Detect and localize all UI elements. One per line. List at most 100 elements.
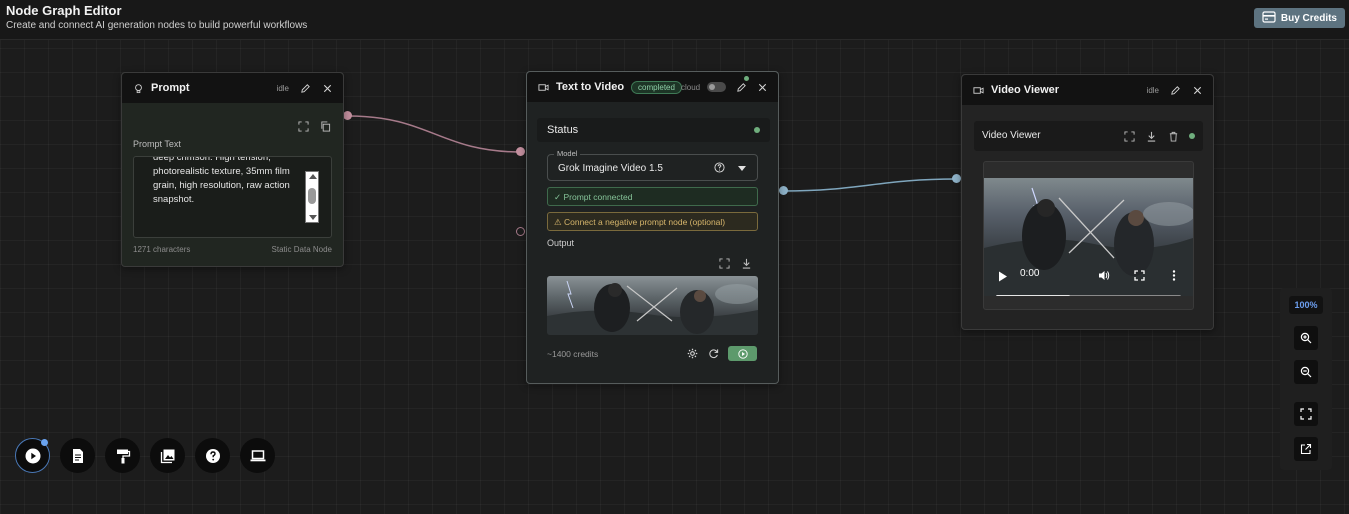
prompt-node-header[interactable]: Prompt idle (122, 73, 343, 103)
fullscreen-icon[interactable] (1134, 268, 1145, 286)
play-circle-icon (737, 348, 748, 359)
prompt-node-title: Prompt (151, 82, 190, 94)
ttv-output-handle[interactable] (779, 186, 788, 195)
video-camera-icon (537, 81, 549, 93)
app-header: Node Graph Editor Create and connect AI … (0, 0, 1349, 40)
wire-ttv-to-viewer (782, 178, 957, 192)
zoom-out-button[interactable] (1294, 360, 1318, 384)
copy-icon[interactable] (319, 120, 331, 132)
prompt-output-handle[interactable] (343, 111, 352, 120)
edit-icon[interactable] (299, 82, 311, 94)
video-camera-icon (972, 84, 984, 96)
zoom-out-icon (1300, 366, 1312, 378)
toolbar-gallery-button[interactable] (150, 438, 185, 473)
toolbar-laptop-button[interactable] (240, 438, 275, 473)
expand-icon[interactable] (297, 120, 309, 132)
video-viewer-node[interactable]: Video Viewer idle Video Viewer 0:00 (961, 74, 1214, 330)
battle-scene-thumbnail-image (547, 280, 758, 335)
prompt-connected-message: ✓ Prompt connected (547, 187, 758, 206)
model-label: Model (554, 149, 581, 158)
run-button[interactable] (728, 346, 757, 361)
model-value: Grok Imagine Video 1.5 (558, 163, 663, 174)
close-icon[interactable] (1191, 84, 1203, 96)
ttv-negative-input-handle[interactable] (516, 227, 525, 236)
char-count: 1271 characters (133, 245, 191, 254)
video-progress-fill (996, 295, 1070, 296)
zoom-panel: 100% (1280, 288, 1332, 470)
cloud-toggle[interactable] (707, 82, 726, 92)
toolbar-play-button[interactable] (15, 438, 50, 473)
viewer-status-dot (1189, 133, 1195, 139)
status-dot (754, 127, 760, 133)
prompt-node-status: idle (276, 83, 289, 93)
fit-view-icon (1300, 408, 1312, 420)
ttv-node-header[interactable]: Text to Video completed cloud (527, 72, 778, 102)
play-icon (25, 448, 40, 463)
node-kind: Static Data Node (271, 245, 332, 254)
buy-credits-button[interactable]: Buy Credits (1253, 8, 1345, 28)
viewer-sub-title: Video Viewer (982, 130, 1041, 141)
negative-prompt-warning: ⚠ Connect a negative prompt node (option… (547, 212, 758, 231)
zoom-in-button[interactable] (1294, 326, 1318, 350)
download-icon[interactable] (740, 257, 752, 269)
prompt-field-label: Prompt Text (133, 139, 181, 149)
ttv-prompt-input-handle[interactable] (516, 147, 525, 156)
viewer-input-handle[interactable] (952, 174, 961, 183)
close-icon[interactable] (321, 82, 333, 94)
credits-estimate: ~1400 credits (547, 349, 599, 359)
edit-icon[interactable] (1169, 84, 1181, 96)
video-time: 0:00 (1020, 268, 1040, 279)
credit-card-icon (1262, 10, 1276, 26)
toolbar-paint-button[interactable] (105, 438, 140, 473)
zoom-in-icon (1300, 332, 1312, 344)
text-to-video-node[interactable]: Text to Video completed cloud Status Mod… (526, 71, 779, 384)
help-circle-icon[interactable] (714, 162, 725, 173)
wire-prompt-to-ttv (347, 115, 522, 153)
video-progress-track[interactable] (996, 295, 1181, 296)
zoom-level[interactable]: 100% (1289, 296, 1323, 314)
edit-icon[interactable] (735, 76, 749, 93)
output-video-thumbnail[interactable] (547, 276, 758, 335)
laptop-icon (250, 449, 265, 461)
gear-icon[interactable] (686, 348, 698, 360)
toolbar-help-button[interactable] (195, 438, 230, 473)
page-subtitle: Create and connect AI generation nodes t… (6, 20, 308, 31)
scroll-thumb[interactable] (308, 188, 316, 204)
status-section[interactable]: Status (537, 118, 770, 142)
output-label: Output (547, 238, 575, 248)
more-options-icon[interactable] (1172, 268, 1176, 286)
viewer-node-title: Video Viewer (991, 84, 1060, 96)
prompt-scrollbar[interactable] (305, 171, 319, 223)
scroll-up-arrow-icon[interactable] (309, 174, 317, 179)
viewer-subheader: Video Viewer (974, 121, 1203, 151)
video-player[interactable]: 0:00 (983, 161, 1194, 310)
prompt-textarea[interactable]: deep crimson. High tension, photorealist… (133, 156, 332, 238)
toolbar-document-button[interactable] (60, 438, 95, 473)
lightbulb-icon (132, 82, 144, 94)
open-external-button[interactable] (1294, 437, 1318, 461)
chevron-down-icon[interactable] (738, 166, 746, 171)
viewer-node-header[interactable]: Video Viewer idle (962, 75, 1213, 105)
document-icon (72, 448, 83, 463)
ttv-node-title: Text to Video (556, 81, 625, 93)
play-icon[interactable] (998, 269, 1008, 287)
expand-icon[interactable] (718, 257, 730, 269)
video-controls[interactable]: 0:00 (984, 268, 1193, 296)
paint-roller-icon (116, 449, 130, 463)
help-icon (205, 448, 220, 463)
volume-icon[interactable] (1098, 268, 1110, 286)
model-select[interactable]: Model Grok Imagine Video 1.5 (547, 149, 758, 181)
close-icon[interactable] (756, 81, 768, 93)
fit-view-button[interactable] (1294, 402, 1318, 426)
status-section-label: Status (547, 124, 579, 136)
page-title: Node Graph Editor (6, 3, 122, 18)
external-link-icon (1300, 443, 1312, 455)
download-icon[interactable] (1145, 130, 1157, 142)
trash-icon[interactable] (1167, 130, 1179, 142)
refresh-icon[interactable] (707, 348, 719, 360)
scroll-down-arrow-icon[interactable] (309, 215, 317, 220)
prompt-node[interactable]: Prompt idle Prompt Text deep crimson. Hi… (121, 72, 344, 267)
viewer-node-status: idle (1146, 85, 1159, 95)
expand-icon[interactable] (1123, 130, 1135, 142)
edit-indicator-dot (744, 76, 749, 81)
